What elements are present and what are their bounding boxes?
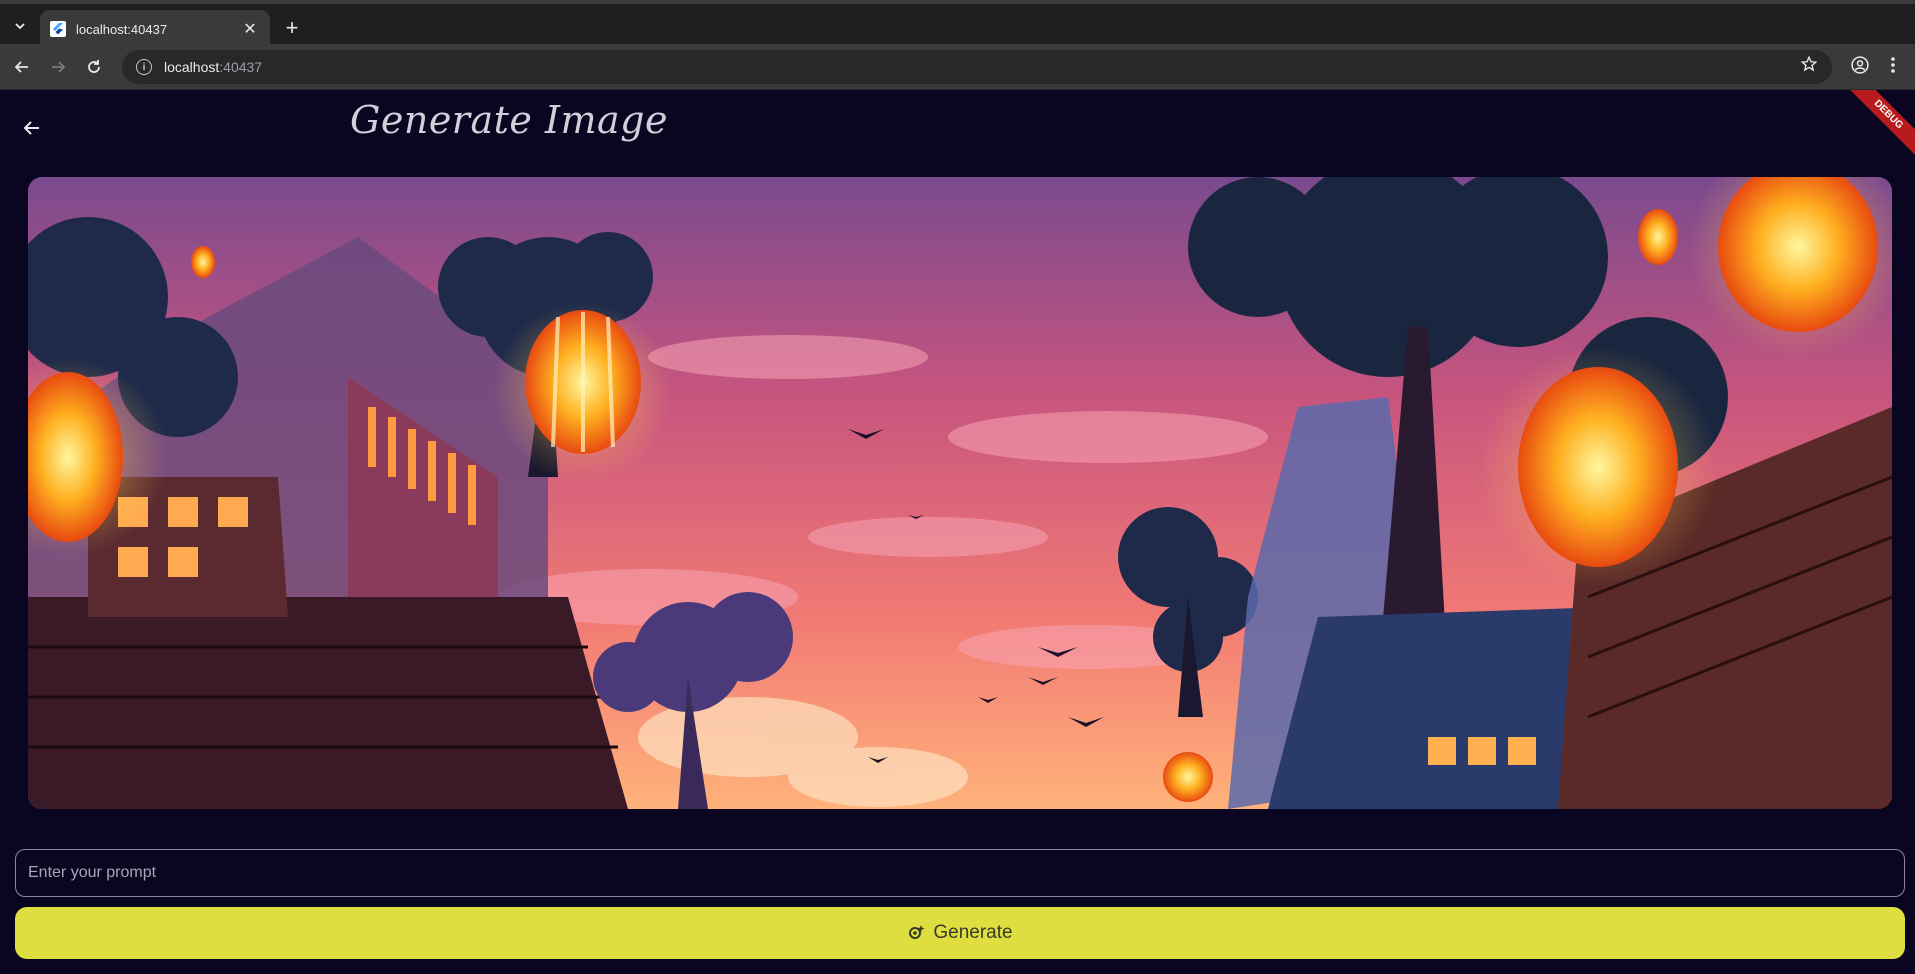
generate-button[interactable]: Generate bbox=[15, 907, 1905, 959]
arrow-right-icon[interactable] bbox=[46, 55, 70, 79]
profile-icon[interactable] bbox=[1850, 55, 1870, 80]
arrow-left-icon[interactable] bbox=[18, 114, 46, 142]
kebab-menu-icon[interactable] bbox=[1890, 55, 1896, 80]
arrow-left-icon[interactable] bbox=[10, 55, 34, 79]
url-port: :40437 bbox=[219, 59, 263, 75]
chevron-down-icon[interactable] bbox=[8, 14, 32, 38]
info-icon[interactable]: i bbox=[136, 59, 152, 75]
close-icon[interactable]: ✕ bbox=[240, 19, 260, 39]
plus-icon[interactable]: + bbox=[280, 15, 304, 40]
flutter-icon bbox=[50, 21, 66, 37]
browser-tab[interactable]: localhost:40437 ✕ bbox=[40, 10, 270, 48]
page-title: Generate Image bbox=[350, 98, 668, 142]
prompt-input[interactable] bbox=[15, 849, 1905, 897]
generate-button-label: Generate bbox=[933, 922, 1013, 943]
sparkle-camera-icon bbox=[907, 923, 925, 944]
app-page: Generate Image DEBUG Enter your prompt G… bbox=[0, 90, 1915, 974]
browser-toolbar: i localhost:40437 bbox=[0, 44, 1915, 90]
url-host: localhost bbox=[164, 59, 220, 75]
browser-tab-bar: localhost:40437 ✕ + bbox=[0, 0, 1915, 48]
tab-title: localhost:40437 bbox=[76, 21, 168, 37]
reload-icon[interactable] bbox=[82, 55, 106, 79]
star-icon[interactable] bbox=[1800, 55, 1818, 78]
address-bar[interactable]: i localhost:40437 bbox=[122, 50, 1832, 84]
generated-image bbox=[28, 177, 1892, 809]
debug-banner: DEBUG bbox=[1835, 90, 1915, 168]
